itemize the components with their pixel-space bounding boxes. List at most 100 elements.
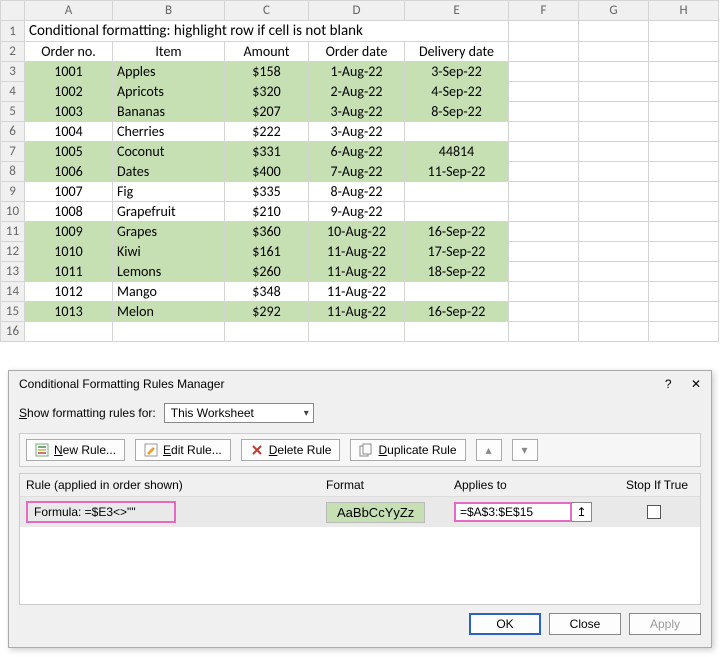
- cell-empty[interactable]: [649, 302, 719, 322]
- cell-empty[interactable]: [509, 182, 579, 202]
- cell-amount[interactable]: $360: [225, 222, 309, 242]
- cell-amount[interactable]: $210: [225, 202, 309, 222]
- row-header-3[interactable]: 3: [1, 62, 25, 82]
- cell-empty[interactable]: [579, 102, 649, 122]
- row-header-8[interactable]: 8: [1, 162, 25, 182]
- cell-order[interactable]: 1001: [25, 62, 113, 82]
- cell-empty[interactable]: [579, 21, 649, 42]
- cell-amount[interactable]: $400: [225, 162, 309, 182]
- row-header-14[interactable]: 14: [1, 282, 25, 302]
- cell-empty[interactable]: [649, 162, 719, 182]
- cell-empty[interactable]: [579, 162, 649, 182]
- cell-order[interactable]: 1011: [25, 262, 113, 282]
- cell-empty[interactable]: [509, 242, 579, 262]
- cell-item[interactable]: Kiwi: [113, 242, 225, 262]
- applies-to-input[interactable]: [454, 502, 572, 522]
- cell-order[interactable]: 1013: [25, 302, 113, 322]
- col-header-F[interactable]: F: [509, 1, 579, 21]
- header-D[interactable]: Order date: [309, 42, 405, 62]
- cell-order[interactable]: 1009: [25, 222, 113, 242]
- cell-order[interactable]: 1004: [25, 122, 113, 142]
- cell-empty[interactable]: [579, 142, 649, 162]
- col-header-G[interactable]: G: [579, 1, 649, 21]
- cell-amount[interactable]: $260: [225, 262, 309, 282]
- cell-empty[interactable]: [649, 242, 719, 262]
- cell-orderdate[interactable]: 11-Aug-22: [309, 302, 405, 322]
- move-down-button[interactable]: ▾: [512, 439, 538, 461]
- cell-empty[interactable]: [579, 322, 649, 342]
- cell-delivery[interactable]: [405, 322, 509, 342]
- cell-empty[interactable]: [509, 42, 579, 62]
- cell-empty[interactable]: [649, 202, 719, 222]
- ok-button[interactable]: OK: [469, 613, 541, 635]
- cell-empty[interactable]: [649, 142, 719, 162]
- cell-empty[interactable]: [579, 82, 649, 102]
- cell-amount[interactable]: [225, 322, 309, 342]
- cell-empty[interactable]: [649, 42, 719, 62]
- row-header-15[interactable]: 15: [1, 302, 25, 322]
- cell-empty[interactable]: [509, 162, 579, 182]
- cell-amount[interactable]: $331: [225, 142, 309, 162]
- delete-rule-button[interactable]: Delete Rule: [241, 439, 341, 461]
- col-header-E[interactable]: E: [405, 1, 509, 21]
- cell-empty[interactable]: [509, 102, 579, 122]
- cell-empty[interactable]: [649, 322, 719, 342]
- cell-order[interactable]: 1008: [25, 202, 113, 222]
- cell-delivery[interactable]: 18-Sep-22: [405, 262, 509, 282]
- cell-amount[interactable]: $161: [225, 242, 309, 262]
- cell-amount[interactable]: $158: [225, 62, 309, 82]
- cell-item[interactable]: Grapes: [113, 222, 225, 242]
- cell-empty[interactable]: [649, 82, 719, 102]
- row-header-5[interactable]: 5: [1, 102, 25, 122]
- cell-empty[interactable]: [579, 282, 649, 302]
- cell-order[interactable]: 1003: [25, 102, 113, 122]
- range-selector-button[interactable]: ↥: [572, 502, 592, 522]
- cell-item[interactable]: Fig: [113, 182, 225, 202]
- cell-empty[interactable]: [509, 302, 579, 322]
- cell-empty[interactable]: [509, 122, 579, 142]
- cell-amount[interactable]: $222: [225, 122, 309, 142]
- cell-empty[interactable]: [579, 62, 649, 82]
- spreadsheet-grid[interactable]: A B C D E F G H 1Conditional formatting:…: [0, 0, 719, 342]
- cell-delivery[interactable]: 17-Sep-22: [405, 242, 509, 262]
- col-header-D[interactable]: D: [309, 1, 405, 21]
- stop-if-true-checkbox[interactable]: [647, 505, 661, 519]
- cell-empty[interactable]: [649, 262, 719, 282]
- cell-empty[interactable]: [649, 222, 719, 242]
- scope-dropdown[interactable]: This Worksheet ▾: [164, 403, 314, 423]
- cell-orderdate[interactable]: 11-Aug-22: [309, 282, 405, 302]
- cell-orderdate[interactable]: 10-Aug-22: [309, 222, 405, 242]
- cell-delivery[interactable]: 4-Sep-22: [405, 82, 509, 102]
- row-header-7[interactable]: 7: [1, 142, 25, 162]
- cell-order[interactable]: 1005: [25, 142, 113, 162]
- cell-order[interactable]: 1010: [25, 242, 113, 262]
- cell-item[interactable]: Apricots: [113, 82, 225, 102]
- cell-delivery[interactable]: 44814: [405, 142, 509, 162]
- cell-empty[interactable]: [649, 282, 719, 302]
- cell-amount[interactable]: $348: [225, 282, 309, 302]
- row-header-12[interactable]: 12: [1, 242, 25, 262]
- cell-orderdate[interactable]: 2-Aug-22: [309, 82, 405, 102]
- row-header-2[interactable]: 2: [1, 42, 25, 62]
- cell-delivery[interactable]: [405, 282, 509, 302]
- cell-orderdate[interactable]: 8-Aug-22: [309, 182, 405, 202]
- cell-orderdate[interactable]: 3-Aug-22: [309, 122, 405, 142]
- cell-delivery[interactable]: 3-Sep-22: [405, 62, 509, 82]
- select-all-corner[interactable]: [1, 1, 25, 21]
- cell-order[interactable]: 1006: [25, 162, 113, 182]
- cell-delivery[interactable]: [405, 202, 509, 222]
- cell-order[interactable]: [25, 322, 113, 342]
- cell-delivery[interactable]: 16-Sep-22: [405, 302, 509, 322]
- cell-empty[interactable]: [579, 202, 649, 222]
- cell-orderdate[interactable]: 3-Aug-22: [309, 102, 405, 122]
- cell-order[interactable]: 1002: [25, 82, 113, 102]
- cell-empty[interactable]: [649, 21, 719, 42]
- cell-empty[interactable]: [649, 122, 719, 142]
- row-header-9[interactable]: 9: [1, 182, 25, 202]
- cell-delivery[interactable]: 8-Sep-22: [405, 102, 509, 122]
- cell-amount[interactable]: $207: [225, 102, 309, 122]
- apply-button[interactable]: Apply: [629, 613, 701, 635]
- cell-orderdate[interactable]: 6-Aug-22: [309, 142, 405, 162]
- cell-order[interactable]: 1012: [25, 282, 113, 302]
- cell-item[interactable]: Bananas: [113, 102, 225, 122]
